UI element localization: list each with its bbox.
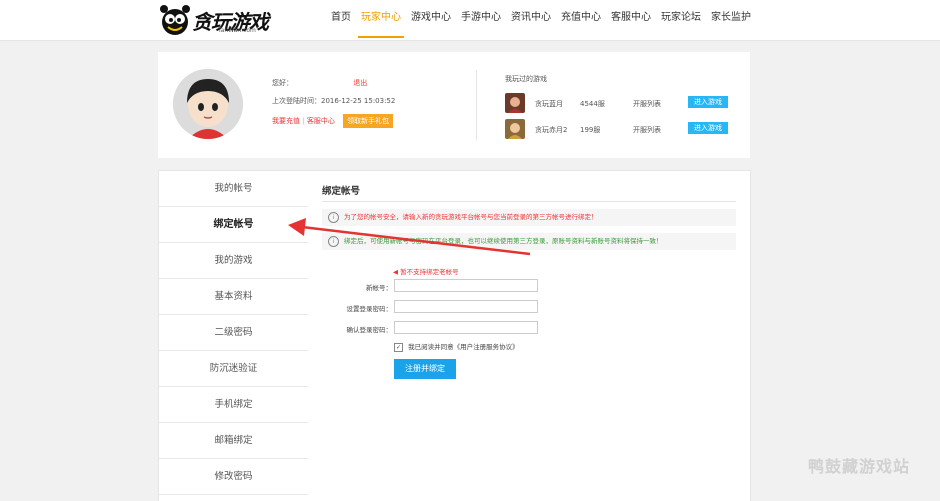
avatar — [173, 69, 243, 139]
confirm-password-input[interactable] — [394, 321, 538, 334]
nav-service[interactable]: 客服中心 — [606, 0, 656, 40]
nav-news[interactable]: 资讯中心 — [506, 0, 556, 40]
new-account-row: 新帐号： — [322, 279, 742, 293]
watermark: 鸭鼓藏游戏站 — [808, 457, 911, 476]
nav-forum[interactable]: 玩家论坛 — [656, 0, 706, 40]
nav-player-center[interactable]: 玩家中心 — [356, 0, 406, 40]
game-thumbnail-icon — [505, 119, 525, 139]
set-password-input[interactable] — [394, 300, 538, 313]
account-info: 您好： 退出 上次登陆时间：2016-12-25 15:03:52 我要充值 |… — [272, 78, 395, 132]
last-login-time: 上次登陆时间：2016-12-25 15:03:52 — [272, 97, 396, 105]
nav-parental[interactable]: 家长监护 — [706, 0, 756, 40]
nav-game-center[interactable]: 游戏中心 — [406, 0, 456, 40]
info-icon: i — [328, 236, 339, 247]
logo-subtext: TanWan.com — [218, 27, 256, 34]
sidebar-item-email-bind[interactable]: 邮箱绑定 — [159, 423, 308, 459]
profile-card: 您好： 退出 上次登陆时间：2016-12-25 15:03:52 我要充值 |… — [158, 52, 750, 158]
set-password-row: 设置登录密码： — [322, 300, 742, 314]
confirm-password-row: 确认登录密码： — [322, 321, 742, 335]
page-title: 绑定帐号 — [322, 186, 361, 197]
played-game-row: 贪玩蓝月 4544服 开服列表 进入游戏 — [505, 93, 735, 113]
game-thumbnail-icon — [505, 93, 525, 113]
game-name: 贪玩赤月2 — [535, 126, 568, 134]
sidebar-item-anti-addiction[interactable]: 防沉迷验证 — [159, 351, 308, 387]
played-games-title: 我玩过的游戏 — [505, 75, 547, 83]
recharge-link[interactable]: 我要充值 — [272, 117, 300, 125]
played-game-row: 贪玩赤月2 199服 开服列表 进入游戏 — [505, 119, 735, 139]
sidebar-item-phone-bind[interactable]: 手机绑定 — [159, 387, 308, 423]
nav-home[interactable]: 首页 — [326, 0, 356, 40]
game-server: 199服 — [580, 126, 601, 134]
enter-game-button[interactable]: 进入游戏 — [688, 122, 728, 134]
sidebar-item-bind-account[interactable]: 绑定帐号 — [159, 207, 308, 243]
logo-mascot-icon — [160, 5, 190, 35]
avatar-cartoon-icon — [173, 69, 243, 139]
speaker-icon: ◀ — [393, 268, 398, 276]
server-list-link[interactable]: 开服列表 — [633, 125, 661, 135]
bind-account-panel: 绑定帐号 i 为了您的帐号安全，请输入新的贪玩游戏平台帐号与您当前登录的第三方帐… — [308, 170, 751, 501]
agreement-text[interactable]: 我已阅读并同意《用户注册服务协议》 — [408, 343, 519, 351]
bind-info-text: 绑定后，可使用新帐号与密码在平台登录，也可以继续使用第三方登录，原账号资料与新账… — [344, 237, 663, 245]
logout-link[interactable]: 退出 — [353, 79, 367, 87]
game-name: 贪玩蓝月 — [535, 100, 563, 108]
new-account-input[interactable] — [394, 279, 538, 292]
greeting-label: 您好： — [272, 79, 293, 87]
new-account-label: 新帐号： — [366, 284, 392, 292]
top-bar: 贪玩游戏 TanWan.com 首页 玩家中心 游戏中心 手游中心 资讯中心 充… — [0, 0, 940, 41]
nav-mobile-games[interactable]: 手游中心 — [456, 0, 506, 40]
enter-game-button[interactable]: 进入游戏 — [688, 96, 728, 108]
security-notice: i 为了您的帐号安全，请输入新的贪玩游戏平台帐号与您当前登录的第三方帐号进行绑定… — [322, 209, 736, 226]
service-link[interactable]: 客服中心 — [307, 117, 335, 125]
sidebar-item-my-games[interactable]: 我的游戏 — [159, 243, 308, 279]
sidebar-item-basic-info[interactable]: 基本资料 — [159, 279, 308, 315]
register-bind-button[interactable]: 注册并绑定 — [394, 359, 456, 379]
info-icon: i — [328, 212, 339, 223]
sidebar-item-change-password[interactable]: 修改密码 — [159, 459, 308, 495]
sidebar-item-my-account[interactable]: 我的帐号 — [159, 171, 308, 207]
old-account-warning: ◀ 暂不支持绑定老帐号 — [393, 266, 459, 276]
old-account-warning-text: 暂不支持绑定老帐号 — [400, 268, 459, 276]
confirm-password-label: 确认登录密码： — [346, 326, 393, 334]
main-nav: 首页 玩家中心 游戏中心 手游中心 资讯中心 充值中心 客服中心 玩家论坛 家长… — [326, 0, 756, 40]
set-password-label: 设置登录密码： — [346, 305, 393, 313]
site-logo[interactable]: 贪玩游戏 TanWan.com — [158, 2, 278, 38]
account-sidebar: 我的帐号 绑定帐号 我的游戏 基本资料 二级密码 防沉迷验证 手机绑定 邮箱绑定… — [158, 170, 309, 501]
title-divider — [322, 201, 736, 202]
server-list-link[interactable]: 开服列表 — [633, 99, 661, 109]
sidebar-item-second-password[interactable]: 二级密码 — [159, 315, 308, 351]
security-notice-text: 为了您的帐号安全，请输入新的贪玩游戏平台帐号与您当前登录的第三方帐号进行绑定！ — [344, 213, 598, 221]
divider — [476, 70, 477, 140]
bind-info-notice: i 绑定后，可使用新帐号与密码在平台登录，也可以继续使用第三方登录，原账号资料与… — [322, 233, 736, 250]
agreement-checkbox[interactable]: ✓ — [394, 342, 403, 352]
gift-button[interactable]: 领取新手礼包 — [343, 114, 394, 128]
nav-recharge[interactable]: 充值中心 — [556, 0, 606, 40]
agreement-row: ✓ 我已阅读并同意《用户注册服务协议》 — [394, 341, 519, 352]
game-server: 4544服 — [580, 100, 605, 108]
